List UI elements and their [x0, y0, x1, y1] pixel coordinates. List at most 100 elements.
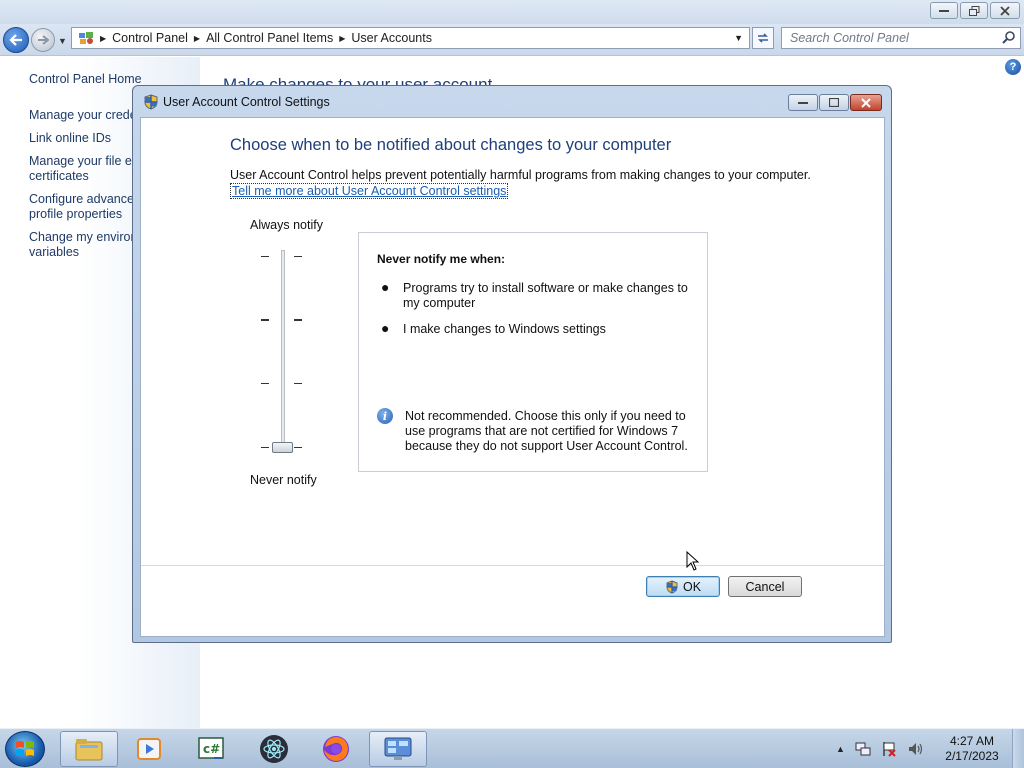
uac-help-link[interactable]: Tell me more about User Account Control … — [230, 183, 509, 199]
slider-track[interactable] — [281, 250, 285, 450]
slider-tick — [294, 256, 302, 257]
action-center-flag-icon[interactable] — [881, 741, 897, 757]
address-dropdown-icon[interactable]: ▼ — [734, 33, 743, 43]
minimize-icon — [798, 101, 808, 104]
close-icon — [861, 97, 871, 108]
bullet-icon: ● — [381, 279, 390, 295]
level-description-bullet: I make changes to Windows settings — [403, 322, 606, 336]
svg-text:c#: c# — [203, 742, 220, 756]
ok-button[interactable]: OK — [646, 576, 720, 597]
slider-tick — [261, 383, 269, 384]
window-titlebar — [0, 0, 1024, 24]
breadcrumb-user-accounts[interactable]: User Accounts — [351, 31, 432, 45]
taskbar-control-panel[interactable] — [369, 731, 427, 767]
forward-button[interactable] — [31, 28, 55, 52]
manage-file-encryption-link-line2[interactable]: certificates — [29, 169, 89, 184]
window-controls — [930, 2, 1020, 19]
link-online-ids-link[interactable]: Link online IDs — [29, 131, 111, 146]
dialog-description: User Account Control helps prevent poten… — [230, 168, 811, 182]
breadcrumb-separator-icon: ▶ — [193, 33, 201, 43]
change-environment-link[interactable]: Change my environ — [29, 230, 137, 245]
level-description-panel: Never notify me when: ● Programs try to … — [358, 232, 708, 472]
notification-area: ▲ — [836, 729, 923, 768]
dialog-close-button[interactable] — [850, 94, 882, 111]
start-button[interactable] — [5, 731, 45, 767]
uac-shield-icon — [666, 579, 678, 594]
dialog-body: Choose when to be notified about changes… — [140, 117, 885, 637]
slider-tick — [261, 319, 269, 321]
manage-file-encryption-link[interactable]: Manage your file er — [29, 154, 136, 169]
windows-logo-icon — [16, 741, 34, 756]
dialog-title: User Account Control Settings — [163, 95, 330, 109]
dialog-window-controls — [788, 94, 882, 111]
media-player-icon — [137, 738, 161, 760]
configure-profile-link-line2[interactable]: profile properties — [29, 207, 122, 222]
breadcrumb-separator-icon: ▶ — [339, 33, 346, 43]
slider-tick — [294, 447, 302, 448]
restore-button[interactable] — [960, 2, 988, 19]
breadcrumb-control-panel[interactable]: Control Panel — [112, 31, 188, 45]
recent-pages-dropdown[interactable]: ▼ — [58, 36, 67, 46]
slider-bottom-label: Never notify — [250, 473, 317, 487]
system-clock[interactable]: 4:27 AM 2/17/2023 — [938, 734, 1006, 764]
taskbar-media-player[interactable] — [120, 731, 178, 767]
close-button[interactable] — [990, 2, 1020, 19]
clock-time: 4:27 AM — [949, 734, 995, 748]
slider-tick — [261, 256, 269, 257]
slider-tick — [294, 383, 302, 384]
cancel-button-label: Cancel — [745, 579, 785, 594]
minimize-button[interactable] — [930, 2, 958, 19]
uac-settings-dialog: User Account Control Settings Choose whe… — [132, 85, 892, 643]
dialog-minimize-button[interactable] — [788, 94, 818, 111]
taskbar: c# ▲ 4:27 AM 2/17/2023 — [0, 728, 1024, 768]
taskbar-electron-app[interactable] — [245, 731, 303, 767]
breadcrumb-separator-icon: ▶ — [100, 33, 107, 43]
forward-arrow-icon — [38, 35, 49, 45]
info-icon: i — [377, 408, 393, 424]
configure-profile-link[interactable]: Configure advance — [29, 192, 134, 207]
address-bar[interactable]: ▶ Control Panel ▶ All Control Panel Item… — [71, 27, 750, 49]
breadcrumb-all-items[interactable]: All Control Panel Items — [206, 31, 333, 45]
slider-top-label: Always notify — [250, 218, 323, 232]
clock-date: 2/17/2023 — [945, 749, 999, 763]
show-desktop-button[interactable] — [1012, 729, 1024, 768]
show-hidden-icons-arrow-icon[interactable]: ▲ — [836, 744, 845, 754]
level-warning-text: Not recommended. Choose this only if you… — [405, 409, 688, 453]
refresh-button[interactable] — [752, 27, 774, 49]
control-panel-icon — [78, 31, 94, 45]
close-icon — [1000, 5, 1010, 16]
navigation-bar: ▼ ▶ Control Panel ▶ All Control Panel It… — [0, 24, 1024, 56]
search-input[interactable]: Search Control Panel — [781, 27, 1021, 49]
csharp-icon: c# — [198, 737, 224, 759]
taskbar-windows-explorer[interactable] — [60, 731, 118, 767]
manage-credentials-link[interactable]: Manage your crede — [29, 108, 137, 123]
uac-shield-icon — [143, 94, 159, 113]
network-icon[interactable] — [855, 741, 871, 757]
taskbar-csharp-editor[interactable]: c# — [182, 731, 240, 767]
slider-tick — [261, 447, 269, 448]
volume-icon[interactable] — [907, 741, 923, 757]
change-environment-link-line2[interactable]: variables — [29, 245, 79, 260]
folder-icon — [75, 739, 103, 761]
ok-button-label: OK — [682, 579, 702, 594]
taskbar-firefox[interactable] — [307, 731, 365, 767]
back-arrow-icon — [9, 34, 22, 46]
electron-icon — [260, 735, 288, 763]
firefox-icon — [323, 736, 349, 762]
refresh-icon — [758, 33, 768, 43]
dialog-heading: Choose when to be notified about changes… — [230, 136, 672, 154]
minimize-icon — [939, 9, 949, 12]
dialog-divider — [141, 565, 884, 566]
level-description-title: Never notify me when: — [377, 252, 506, 266]
search-icon[interactable] — [1002, 30, 1016, 47]
cancel-button[interactable]: Cancel — [728, 576, 802, 597]
control-panel-home-link[interactable]: Control Panel Home — [29, 72, 142, 87]
help-icon[interactable]: ? — [1005, 59, 1021, 75]
dialog-maximize-button[interactable] — [819, 94, 849, 111]
back-button[interactable] — [3, 27, 29, 53]
slider-tick — [294, 319, 302, 321]
control-panel-icon — [384, 737, 412, 760]
bullet-icon: ● — [381, 320, 390, 336]
mouse-cursor-icon — [686, 551, 700, 571]
slider-thumb[interactable] — [272, 442, 293, 453]
